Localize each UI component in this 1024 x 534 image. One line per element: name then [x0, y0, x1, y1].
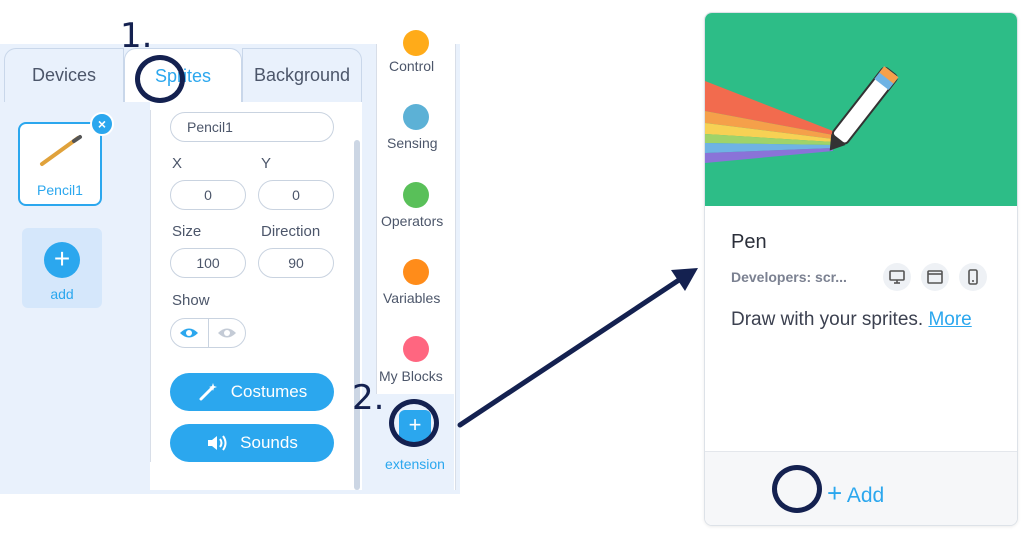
tab-devices-label: Devices — [31, 65, 97, 85]
extension-developers: Developers: scr... — [731, 269, 847, 285]
show-button[interactable] — [171, 319, 209, 347]
extension-banner — [705, 13, 1017, 206]
delete-sprite-button[interactable]: × — [90, 112, 114, 136]
divider — [150, 110, 151, 462]
sprite-name-field[interactable]: Pencil1 — [170, 112, 334, 142]
pen-extension-card[interactable]: Pen Developers: scr... Draw with your sp… — [704, 12, 1018, 526]
x-label: X — [172, 155, 183, 172]
my-blocks-category-dot[interactable] — [403, 336, 429, 362]
more-link[interactable]: More — [928, 309, 971, 330]
visibility-toggle — [170, 318, 246, 348]
extension-description: Draw with your sprites. More — [731, 303, 991, 337]
sensing-category-dot[interactable] — [403, 104, 429, 130]
category-variables[interactable]: Variables — [383, 290, 440, 306]
hide-button[interactable] — [209, 319, 246, 347]
show-label: Show — [172, 292, 210, 309]
mobile-icon — [959, 263, 987, 291]
desktop-icon — [883, 263, 911, 291]
sounds-button[interactable]: Sounds — [170, 424, 334, 462]
tab-background-label: Background — [253, 65, 351, 85]
variables-category-dot[interactable] — [403, 259, 429, 285]
step-3-circle — [772, 465, 822, 513]
extension-description-text: Draw with your sprites. — [731, 309, 924, 330]
category-my-blocks[interactable]: My Blocks — [379, 368, 453, 384]
tab-background[interactable]: Background — [242, 48, 362, 102]
rainbow-pen-illustration — [705, 66, 899, 163]
step-2-label: 2. — [352, 378, 385, 418]
operators-category-dot[interactable] — [403, 182, 429, 208]
plus-icon: + — [827, 478, 843, 508]
add-label: Add — [846, 484, 885, 507]
step-1-circle — [135, 55, 185, 103]
sprite-name-label: Pencil1 — [37, 182, 83, 198]
plus-icon: + — [44, 242, 80, 278]
tab-devices[interactable]: Devices — [4, 48, 124, 102]
extension-title: Pen — [731, 231, 767, 253]
browser-icon — [921, 263, 949, 291]
speaker-icon — [208, 435, 227, 451]
control-category-dot[interactable] — [403, 30, 429, 56]
direction-field[interactable]: 90 — [258, 248, 334, 278]
extension-card-footer: + Add — [705, 451, 1017, 525]
size-field[interactable]: 100 — [170, 248, 246, 278]
properties-scrollbar[interactable] — [354, 140, 360, 490]
y-label: Y — [261, 155, 272, 172]
extension-label[interactable]: extension — [376, 456, 454, 472]
size-label: Size — [172, 223, 202, 240]
add-sprite-button[interactable]: + add — [22, 228, 102, 308]
eye-icon — [180, 328, 199, 338]
pencil-icon — [40, 135, 82, 166]
category-sensing[interactable]: Sensing — [387, 135, 438, 151]
x-field[interactable]: 0 — [170, 180, 246, 210]
step-2-circle — [389, 399, 439, 447]
magic-wand-icon — [199, 383, 217, 401]
category-operators[interactable]: Operators — [381, 213, 453, 229]
sprite-card-pencil1[interactable]: Pencil1 — [18, 122, 102, 206]
category-control[interactable]: Control — [389, 58, 434, 74]
costumes-label: Costumes — [230, 382, 308, 401]
sounds-label: Sounds — [240, 433, 298, 452]
eye-off-icon — [217, 328, 236, 338]
add-extension-card-button[interactable]: + Add — [827, 478, 884, 509]
y-field[interactable]: 0 — [258, 180, 334, 210]
direction-label: Direction — [261, 223, 321, 240]
add-sprite-label: add — [50, 286, 74, 302]
step-1-label: 1. — [120, 16, 153, 56]
costumes-button[interactable]: Costumes — [170, 373, 334, 411]
arrow-icon — [457, 268, 698, 428]
